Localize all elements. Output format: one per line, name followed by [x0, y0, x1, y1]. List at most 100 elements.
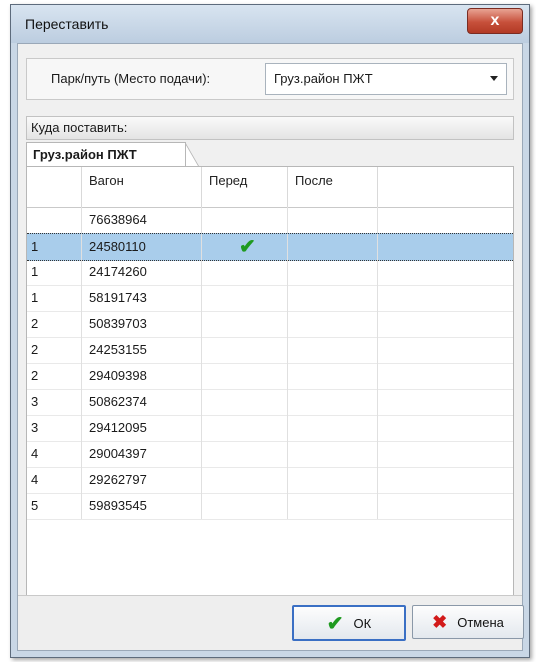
cell-divider	[81, 234, 82, 260]
before-cell[interactable]	[202, 311, 287, 337]
table-row[interactable]: 1 24580110 ✔	[27, 233, 513, 261]
before-cell[interactable]	[202, 389, 287, 415]
before-cell[interactable]	[202, 259, 287, 285]
after-cell[interactable]	[288, 311, 377, 337]
tab-cargo-area[interactable]: Груз.район ПЖТ	[26, 142, 186, 167]
park-combobox-value: Груз.район ПЖТ	[274, 71, 373, 86]
before-cell[interactable]	[202, 363, 287, 389]
table-row[interactable]: 3 29412095	[27, 415, 513, 442]
table-row[interactable]: 3 50862374	[27, 389, 513, 416]
cell-divider	[377, 337, 378, 363]
cell-divider	[81, 337, 82, 363]
tab-label: Груз.район ПЖТ	[33, 147, 137, 162]
title-bar[interactable]: Переставить x	[11, 5, 529, 43]
after-cell[interactable]	[288, 493, 377, 519]
cell-divider	[377, 259, 378, 285]
column-header-after[interactable]: После	[295, 173, 333, 188]
cell-divider	[377, 363, 378, 389]
cell-divider	[377, 441, 378, 467]
after-cell[interactable]	[288, 337, 377, 363]
cancel-label: Отмена	[457, 614, 504, 630]
wagon-number: 29004397	[89, 446, 147, 461]
before-cell[interactable]	[202, 493, 287, 519]
after-cell[interactable]	[288, 285, 377, 311]
wagons-grid[interactable]: Вагон Перед После 76638964 1 24580110 ✔ 1 241…	[26, 166, 514, 638]
cross-icon: ✖	[432, 611, 448, 632]
check-icon: ✔	[326, 612, 344, 635]
before-cell[interactable]	[202, 467, 287, 493]
table-row[interactable]: 5 59893545	[27, 493, 513, 520]
cell-divider	[81, 207, 82, 233]
cell-divider	[377, 493, 378, 519]
table-row[interactable]: 4 29262797	[27, 467, 513, 494]
wagon-number: 29409398	[89, 368, 147, 383]
row-group-number: 3	[31, 420, 39, 435]
wagon-number: 29262797	[89, 472, 147, 487]
after-cell[interactable]	[288, 389, 377, 415]
close-icon: x	[490, 12, 500, 29]
button-bar: ✔ ОК ✖ Отмена	[18, 595, 524, 650]
row-group-number: 2	[31, 368, 39, 383]
wagon-number: 24174260	[89, 264, 147, 279]
column-divider	[81, 167, 82, 207]
park-combobox[interactable]: Груз.район ПЖТ	[265, 63, 507, 95]
wagon-number: 50839703	[89, 316, 147, 331]
row-group-number: 1	[31, 264, 39, 279]
after-cell[interactable]	[288, 363, 377, 389]
table-row[interactable]: 2 50839703	[27, 311, 513, 338]
park-label: Парк/путь (Место подачи):	[51, 71, 211, 86]
before-cell[interactable]	[202, 285, 287, 311]
row-group-number: 4	[31, 472, 39, 487]
cell-divider	[377, 285, 378, 311]
before-cell[interactable]	[202, 415, 287, 441]
table-row[interactable]: 2 29409398	[27, 363, 513, 390]
table-row[interactable]: 4 29004397	[27, 441, 513, 468]
before-cell[interactable]	[202, 207, 287, 233]
after-cell[interactable]	[288, 467, 377, 493]
cell-divider	[377, 311, 378, 337]
cell-divider	[81, 285, 82, 311]
check-icon: ✔	[239, 236, 256, 258]
wagon-number: 29412095	[89, 420, 147, 435]
wagon-number: 58191743	[89, 290, 147, 305]
after-cell[interactable]	[288, 207, 377, 233]
before-cell[interactable]	[202, 337, 287, 363]
table-row[interactable]: 1 58191743	[27, 285, 513, 312]
column-header-before[interactable]: Перед	[209, 173, 247, 188]
table-row[interactable]: 76638964	[27, 207, 513, 234]
chevron-down-icon[interactable]	[490, 76, 498, 81]
destination-label: Куда поставить:	[31, 120, 128, 135]
cancel-button[interactable]: ✖ Отмена	[412, 605, 524, 639]
row-group-number: 3	[31, 394, 39, 409]
after-cell[interactable]	[288, 441, 377, 467]
after-cell[interactable]	[288, 259, 377, 285]
cell-divider	[81, 363, 82, 389]
ok-label: ОК	[353, 615, 372, 631]
close-button[interactable]: x	[467, 8, 523, 34]
tab-strip: Груз.район ПЖТ	[26, 140, 514, 167]
column-header-wagon[interactable]: Вагон	[89, 173, 124, 188]
column-divider	[201, 167, 202, 207]
park-panel: Парк/путь (Место подачи): Груз.район ПЖТ	[26, 58, 514, 100]
after-cell[interactable]	[288, 415, 377, 441]
wagon-number: 76638964	[89, 212, 147, 227]
cell-divider	[377, 389, 378, 415]
dialog-body: Парк/путь (Место подачи): Груз.район ПЖТ…	[17, 43, 524, 651]
row-group-number: 2	[31, 316, 39, 331]
table-row[interactable]: 2 24253155	[27, 337, 513, 364]
row-group-number: 4	[31, 446, 39, 461]
ok-button[interactable]: ✔ ОК	[292, 605, 406, 641]
column-divider	[377, 167, 378, 207]
wagon-number: 24580110	[89, 239, 146, 254]
wagon-number: 50862374	[89, 394, 147, 409]
before-cell[interactable]	[202, 441, 287, 467]
cell-divider	[81, 493, 82, 519]
cell-divider	[377, 234, 378, 260]
grid-header: Вагон Перед После	[27, 167, 513, 208]
cell-divider	[377, 415, 378, 441]
row-group-number: 2	[31, 342, 39, 357]
after-cell[interactable]	[288, 234, 377, 260]
wagon-number: 59893545	[89, 498, 147, 513]
cell-divider	[377, 467, 378, 493]
table-row[interactable]: 1 24174260	[27, 259, 513, 286]
